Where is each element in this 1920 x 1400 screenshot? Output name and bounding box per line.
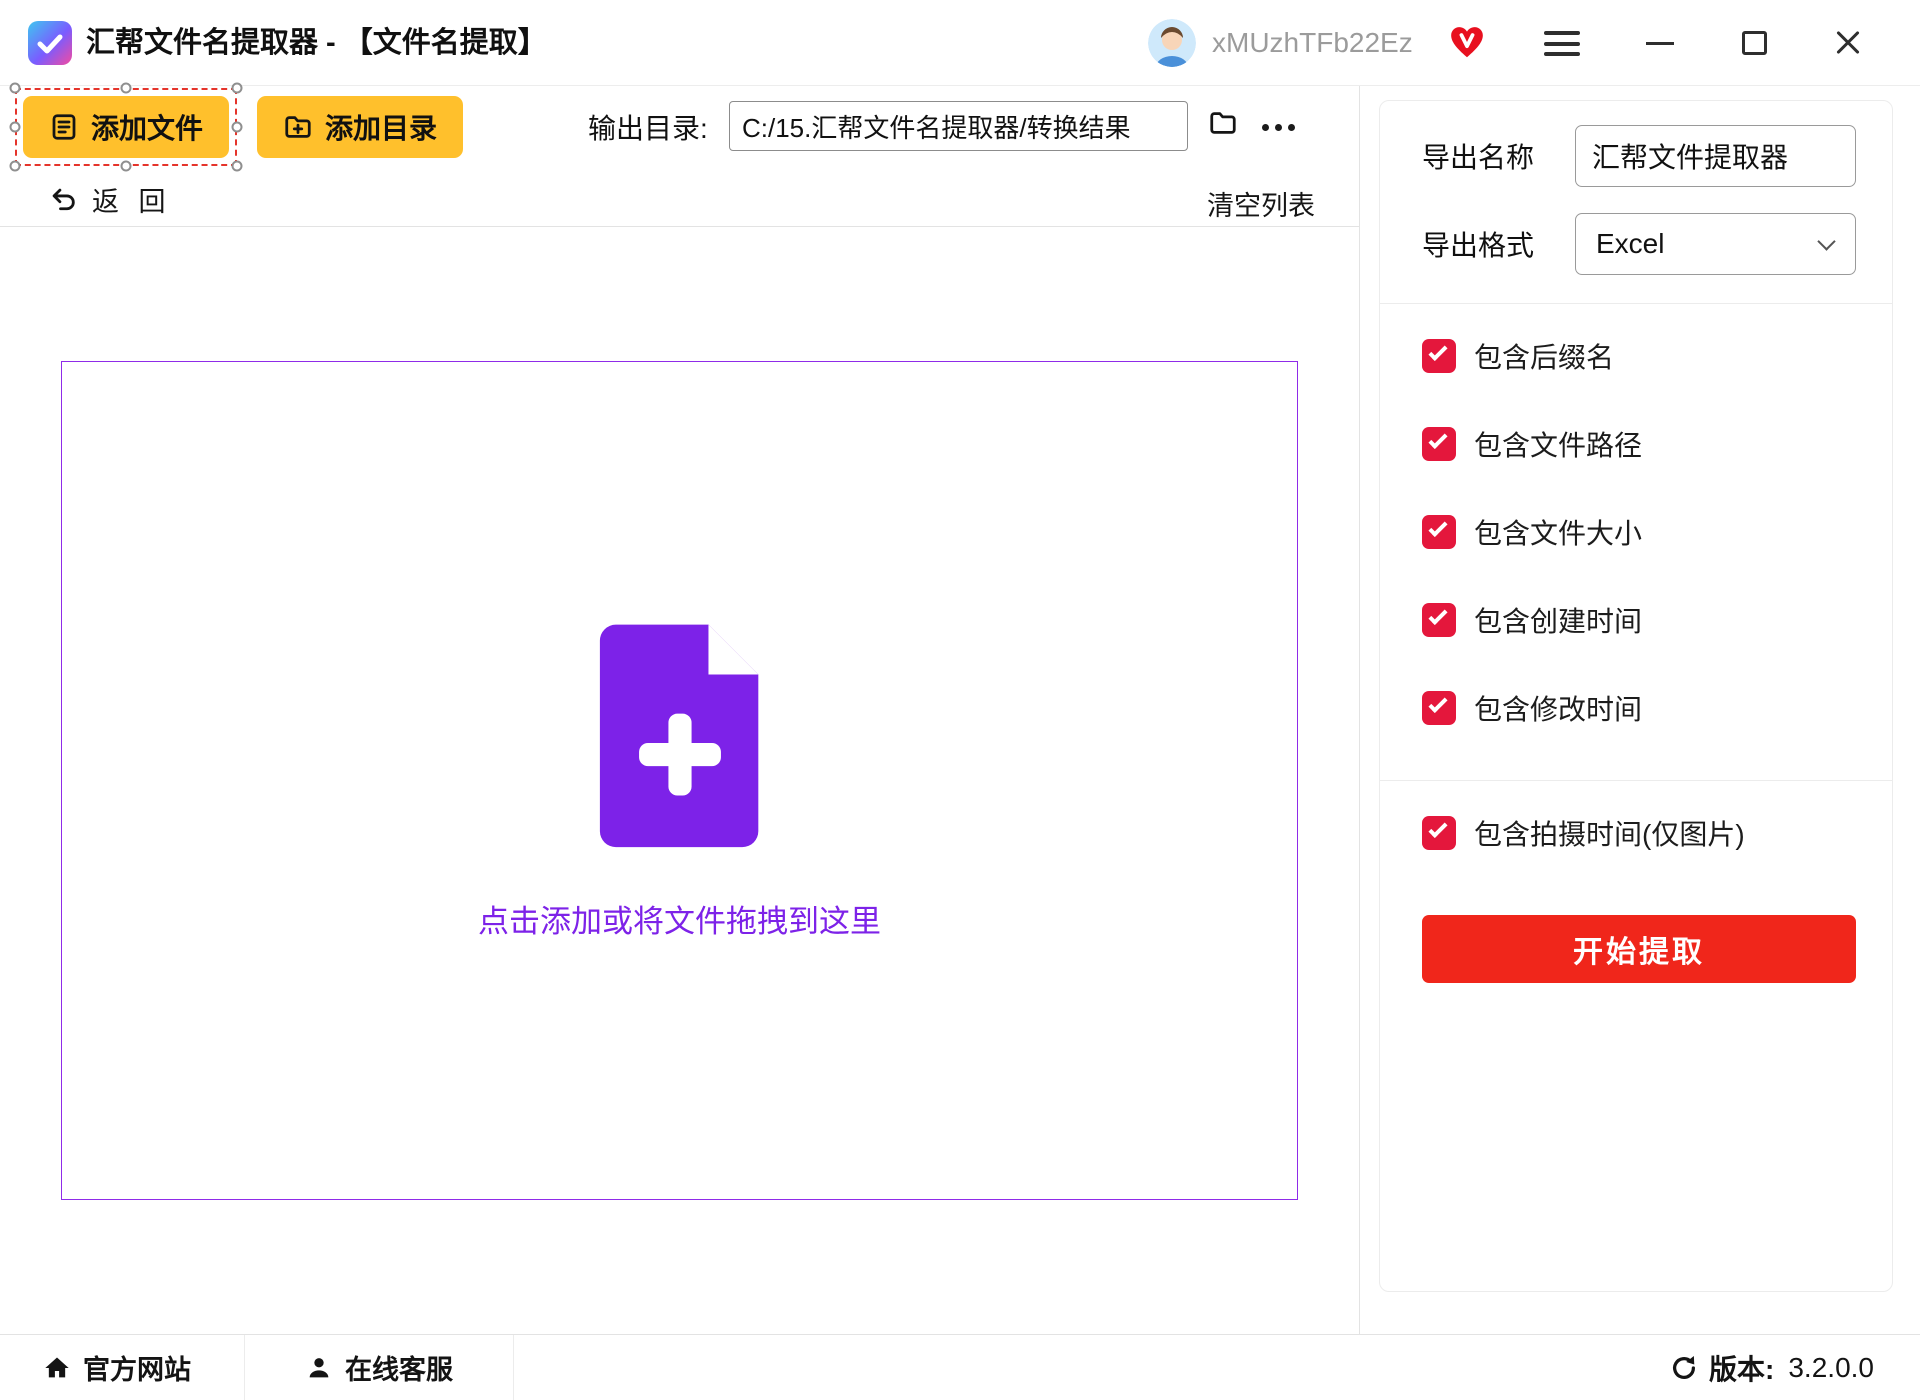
toolbar: 添加文件 添加目录 输出目录:: [0, 86, 1359, 227]
version-value: 3.2.0.0: [1788, 1352, 1874, 1384]
home-icon: [43, 1354, 71, 1382]
add-file-icon: [49, 112, 79, 142]
export-panel: 导出名称 导出格式 Excel 包含后缀名 包含文件路径 包含文件大小 包含创建…: [1379, 100, 1893, 1292]
online-support-label: 在线客服: [345, 1348, 453, 1387]
selection-handle[interactable]: [232, 161, 243, 172]
add-file-label: 添加文件: [91, 107, 203, 147]
clear-list-button[interactable]: 清空列表: [1207, 184, 1315, 223]
option-label: 包含创建时间: [1474, 600, 1642, 640]
user-avatar[interactable]: [1148, 19, 1196, 67]
window-title: 汇帮文件名提取器 - 【文件名提取】: [86, 0, 547, 86]
export-sidebar: 导出名称 导出格式 Excel 包含后缀名 包含文件路径 包含文件大小 包含创建…: [1359, 86, 1920, 1334]
start-extract-button[interactable]: 开始提取: [1422, 915, 1856, 983]
checkbox-include-size[interactable]: [1422, 515, 1456, 549]
checkbox-include-path[interactable]: [1422, 427, 1456, 461]
option-label: 包含后缀名: [1474, 336, 1614, 376]
close-icon[interactable]: [1834, 30, 1862, 56]
output-dir-label: 输出目录:: [588, 96, 708, 158]
selection-handle[interactable]: [121, 83, 132, 94]
option-include-extension: 包含后缀名: [1422, 312, 1856, 400]
selection-handle[interactable]: [10, 83, 21, 94]
add-directory-button[interactable]: 添加目录: [257, 96, 463, 158]
chevron-down-icon: [1817, 232, 1835, 250]
add-file-big-icon: [591, 620, 769, 850]
more-options-icon[interactable]: [1262, 118, 1306, 136]
back-arrow-icon: [50, 186, 78, 214]
export-format-select[interactable]: Excel: [1575, 213, 1856, 275]
checkbox-include-modified-time[interactable]: [1422, 691, 1456, 725]
panel-divider: [1380, 780, 1892, 781]
panel-divider: [1380, 303, 1892, 304]
export-name-label: 导出名称: [1422, 136, 1575, 176]
option-include-photo-time: 包含拍摄时间(仅图片): [1422, 789, 1856, 877]
output-dir-input[interactable]: [729, 101, 1188, 151]
checkbox-include-photo-time[interactable]: [1422, 816, 1456, 850]
footer: 官方网站 在线客服 版本: 3.2.0.0: [0, 1334, 1920, 1400]
version-info: 版本: 3.2.0.0: [1669, 1335, 1920, 1400]
add-file-selection: 添加文件: [15, 88, 237, 166]
vip-badge-icon[interactable]: [1448, 24, 1486, 62]
menu-icon[interactable]: [1544, 31, 1580, 56]
dropzone-hint: 点击添加或将文件拖拽到这里: [478, 896, 881, 941]
option-include-path: 包含文件路径: [1422, 400, 1856, 488]
minimize-icon[interactable]: [1646, 30, 1674, 56]
export-name-input[interactable]: [1575, 125, 1856, 187]
export-format-value: Excel: [1596, 228, 1664, 260]
username-label: xMUzhTFb22Ez: [1212, 0, 1413, 86]
selection-handle[interactable]: [10, 161, 21, 172]
back-label: 返 回: [92, 180, 172, 219]
option-include-created-time: 包含创建时间: [1422, 576, 1856, 664]
option-label: 包含拍摄时间(仅图片): [1474, 813, 1745, 853]
option-label: 包含文件大小: [1474, 512, 1642, 552]
back-button[interactable]: 返 回: [50, 180, 172, 219]
maximize-icon[interactable]: [1742, 31, 1767, 55]
option-include-size: 包含文件大小: [1422, 488, 1856, 576]
titlebar: 汇帮文件名提取器 - 【文件名提取】 xMUzhTFb22Ez: [0, 0, 1920, 86]
official-site-link[interactable]: 官方网站: [0, 1335, 245, 1400]
official-site-label: 官方网站: [83, 1348, 191, 1387]
option-label: 包含文件路径: [1474, 424, 1642, 464]
add-file-button[interactable]: 添加文件: [23, 96, 229, 158]
support-person-icon: [305, 1354, 333, 1382]
option-label: 包含修改时间: [1474, 688, 1642, 728]
selection-handle[interactable]: [10, 122, 21, 133]
export-format-row: 导出格式 Excel: [1422, 213, 1856, 275]
add-directory-icon: [283, 112, 313, 142]
checkbox-include-created-time[interactable]: [1422, 603, 1456, 637]
browse-folder-icon[interactable]: [1206, 108, 1240, 138]
online-support-link[interactable]: 在线客服: [245, 1335, 514, 1400]
version-label: 版本:: [1709, 1348, 1774, 1388]
main-area: 点击添加或将文件拖拽到这里: [0, 227, 1359, 1334]
app-logo-icon: [28, 21, 72, 65]
export-format-label: 导出格式: [1422, 224, 1575, 264]
file-dropzone[interactable]: 点击添加或将文件拖拽到这里: [61, 361, 1298, 1200]
checkbox-include-extension[interactable]: [1422, 339, 1456, 373]
selection-handle[interactable]: [232, 83, 243, 94]
option-include-modified-time: 包含修改时间: [1422, 664, 1856, 752]
selection-handle[interactable]: [121, 161, 132, 172]
selection-handle[interactable]: [232, 122, 243, 133]
refresh-icon[interactable]: [1669, 1353, 1699, 1383]
export-name-row: 导出名称: [1422, 125, 1856, 187]
add-directory-label: 添加目录: [325, 107, 437, 147]
